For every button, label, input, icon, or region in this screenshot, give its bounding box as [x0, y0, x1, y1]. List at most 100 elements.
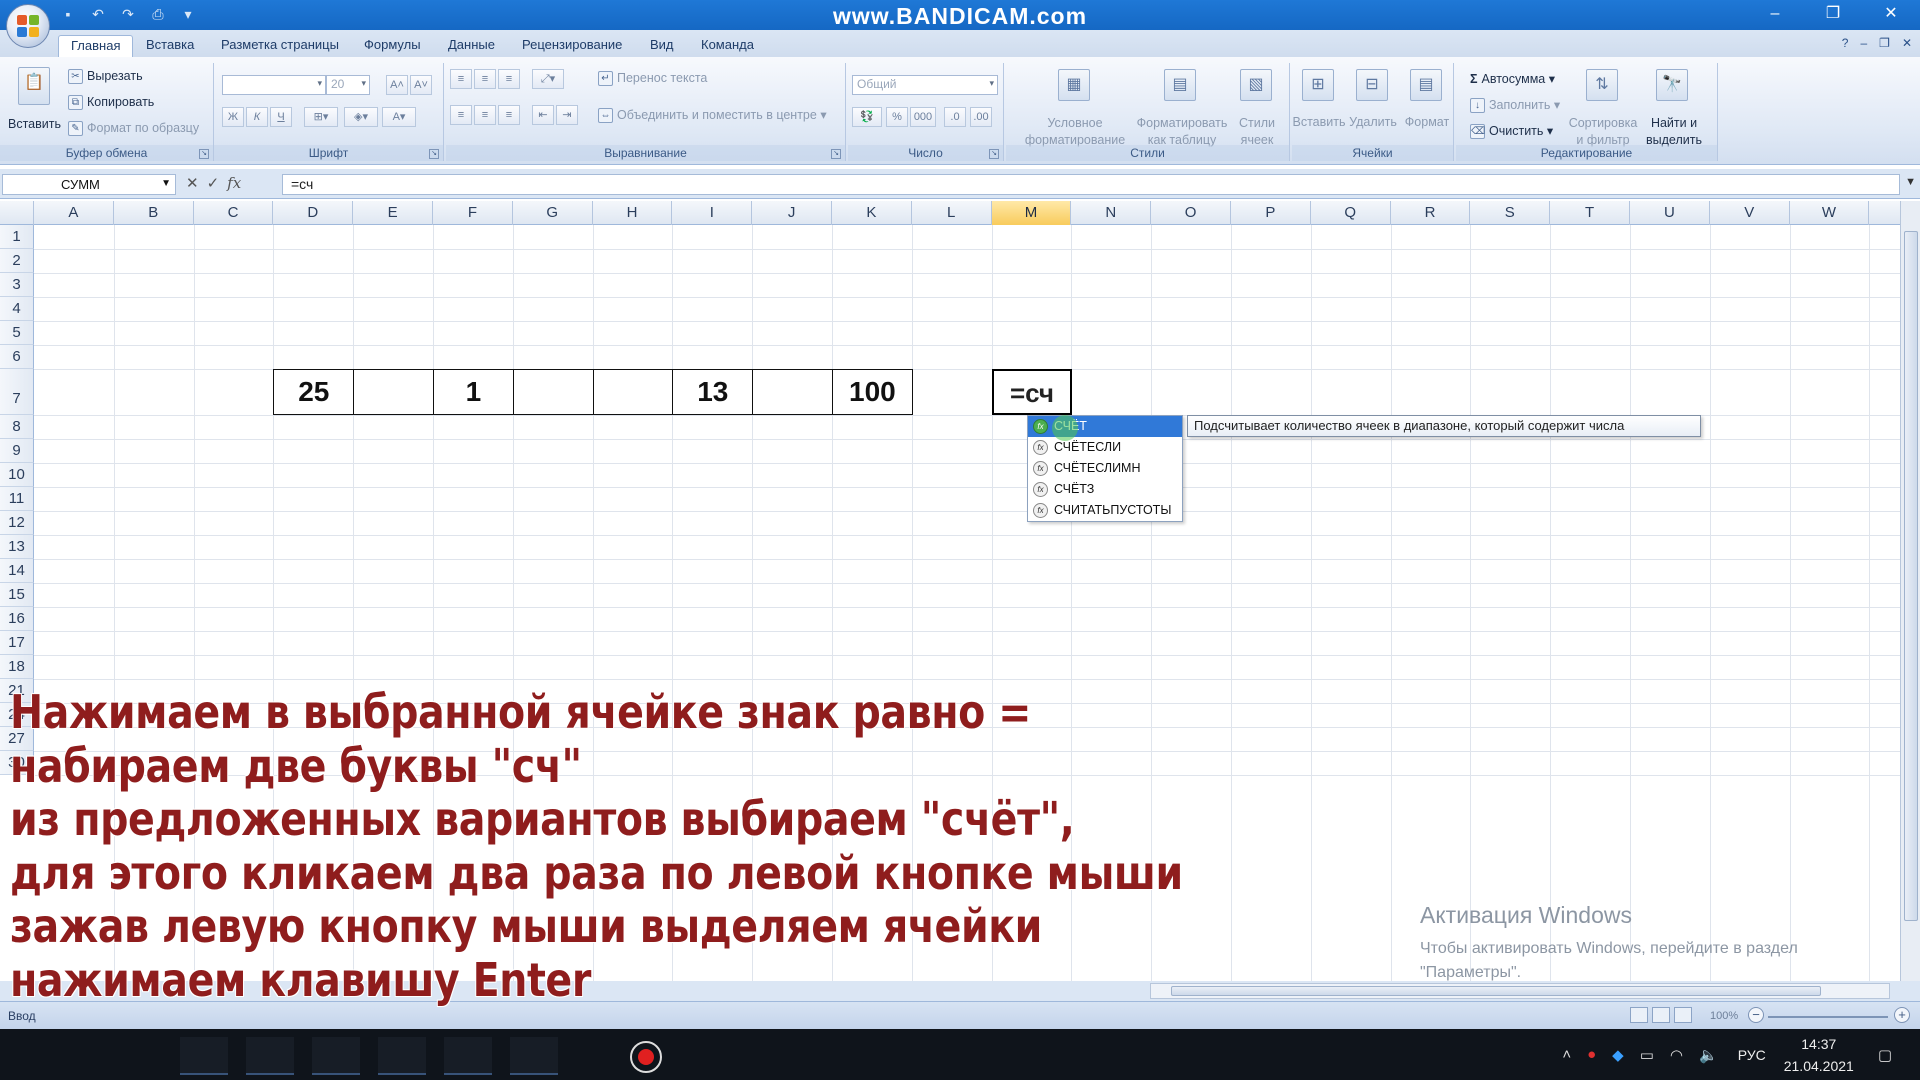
column-header-t[interactable]: T: [1550, 201, 1630, 225]
row-header-2[interactable]: 2: [0, 249, 34, 273]
wifi-icon[interactable]: ◠: [1670, 1046, 1683, 1064]
tab-view[interactable]: Вид: [638, 35, 686, 57]
row-header-4[interactable]: 4: [0, 297, 34, 321]
borders-button[interactable]: ⊞▾: [304, 107, 338, 127]
align-left-button[interactable]: ≡: [450, 105, 472, 125]
delete-cells-button[interactable]: Удалить: [1346, 115, 1400, 129]
copy-button[interactable]: ⧉ Копировать: [68, 95, 154, 111]
thousands-button[interactable]: 000: [910, 107, 936, 127]
column-header-s[interactable]: S: [1470, 201, 1551, 225]
column-header-j[interactable]: J: [752, 201, 832, 225]
page-break-view-icon[interactable]: [1674, 1007, 1692, 1023]
tab-team[interactable]: Команда: [689, 35, 766, 57]
shield-icon[interactable]: ◆: [1612, 1046, 1624, 1064]
column-header-k[interactable]: K: [832, 201, 912, 225]
row-header-11[interactable]: 11: [0, 487, 34, 511]
alignment-launcher-icon[interactable]: ↘: [831, 149, 841, 159]
column-header-g[interactable]: G: [513, 201, 593, 225]
column-header-h[interactable]: H: [593, 201, 673, 225]
tab-page-layout[interactable]: Разметка страницы: [209, 35, 351, 57]
column-header-r[interactable]: R: [1391, 201, 1471, 225]
row-header-12[interactable]: 12: [0, 511, 34, 535]
fill-color-button[interactable]: ◈▾: [344, 107, 378, 127]
format-as-table-button[interactable]: Форматировать как таблицу: [1132, 115, 1232, 149]
tab-insert[interactable]: Вставка: [134, 35, 206, 57]
normal-view-icon[interactable]: [1630, 1007, 1648, 1023]
column-header-a[interactable]: A: [34, 201, 114, 225]
percent-button[interactable]: %: [886, 107, 908, 127]
row-header-8[interactable]: 8: [0, 415, 34, 439]
increase-indent-button[interactable]: ⇥: [556, 105, 578, 125]
format-painter-button[interactable]: ✎ Формат по образцу: [68, 121, 199, 137]
autocomplete-item[interactable]: fx СЧЁТЕСЛИ: [1028, 437, 1182, 458]
column-header-v[interactable]: V: [1710, 201, 1790, 225]
record-button[interactable]: [630, 1041, 662, 1073]
tab-data[interactable]: Данные: [436, 35, 507, 57]
font-color-button[interactable]: A▾: [382, 107, 416, 127]
row-header-15[interactable]: 15: [0, 583, 34, 607]
row-header-10[interactable]: 10: [0, 463, 34, 487]
record-tray-icon[interactable]: ●: [1587, 1046, 1596, 1063]
autosum-button[interactable]: Σ Автосумма ▾: [1470, 71, 1555, 86]
increase-decimal-button[interactable]: .0: [944, 107, 966, 127]
insert-cells-button[interactable]: Вставить: [1292, 115, 1346, 129]
row-header-7[interactable]: 7: [0, 369, 34, 415]
format-cells-button[interactable]: Формат: [1400, 115, 1454, 129]
restore-icon[interactable]: ❐: [1804, 0, 1862, 30]
column-header-n[interactable]: N: [1071, 201, 1152, 225]
cell-f7[interactable]: 1: [433, 369, 514, 415]
decrease-decimal-button[interactable]: .00: [970, 107, 992, 127]
underline-button[interactable]: Ч: [270, 107, 292, 127]
align-center-button[interactable]: ≡: [474, 105, 496, 125]
cell-e7[interactable]: [353, 369, 434, 415]
row-header-17[interactable]: 17: [0, 631, 34, 655]
align-right-button[interactable]: ≡: [498, 105, 520, 125]
cell-d7[interactable]: 25: [273, 369, 355, 415]
row-header-9[interactable]: 9: [0, 439, 34, 463]
column-header-c[interactable]: C: [194, 201, 274, 225]
column-header-e[interactable]: E: [353, 201, 433, 225]
autocomplete-item[interactable]: fx СЧИТАТЬПУСТОТЫ: [1028, 500, 1182, 521]
column-header-m[interactable]: M: [991, 201, 1072, 225]
column-header-i[interactable]: I: [672, 201, 753, 225]
cell-k7[interactable]: 100: [832, 369, 913, 415]
column-header-u[interactable]: U: [1630, 201, 1710, 225]
taskbar-app[interactable]: [378, 1037, 426, 1075]
number-launcher-icon[interactable]: ↘: [989, 149, 999, 159]
font-name-combo[interactable]: ▾: [222, 75, 326, 95]
cell-h7[interactable]: [592, 369, 674, 415]
number-format-combo[interactable]: Общий ▾: [852, 75, 998, 95]
paste-button[interactable]: Вставить: [8, 117, 61, 131]
taskbar-app[interactable]: [180, 1037, 228, 1075]
zoom-out-icon[interactable]: −: [1748, 1007, 1764, 1023]
wrap-text-button[interactable]: ↵ Перенос текста: [598, 71, 707, 87]
font-launcher-icon[interactable]: ↘: [429, 149, 439, 159]
conditional-format-button[interactable]: Условное форматирование: [1014, 115, 1136, 149]
help-icon[interactable]: ?: [1842, 36, 1849, 50]
vertical-scrollbar[interactable]: [1900, 201, 1920, 981]
currency-button[interactable]: 💱: [852, 107, 882, 127]
column-header-o[interactable]: O: [1151, 201, 1231, 225]
merge-center-button[interactable]: ⇔ Объединить и поместить в центре ▾: [598, 107, 827, 124]
align-top-button[interactable]: ≡: [450, 69, 472, 89]
page-layout-view-icon[interactable]: [1652, 1007, 1670, 1023]
column-header-l[interactable]: L: [912, 201, 992, 225]
volume-icon[interactable]: 🔈: [1699, 1046, 1718, 1064]
cell-g7[interactable]: [512, 369, 594, 415]
wb-minimize-icon[interactable]: –: [1860, 36, 1867, 50]
shrink-font-button[interactable]: A˅: [410, 75, 432, 95]
fill-button[interactable]: ↓ Заполнить ▾: [1470, 97, 1560, 114]
cell-styles-button[interactable]: Стили ячеек: [1232, 115, 1282, 149]
row-header-5[interactable]: 5: [0, 321, 34, 345]
orientation-button[interactable]: ⤢▾: [532, 69, 564, 89]
battery-icon[interactable]: ▭: [1640, 1046, 1654, 1064]
align-bottom-button[interactable]: ≡: [498, 69, 520, 89]
column-header-w[interactable]: W: [1790, 201, 1870, 225]
wb-restore-icon[interactable]: ❐: [1879, 36, 1890, 50]
taskbar-app[interactable]: [312, 1037, 360, 1075]
insert-function-icon[interactable]: fx: [227, 174, 241, 192]
align-middle-button[interactable]: ≡: [474, 69, 496, 89]
autocomplete-item[interactable]: fx СЧЁТЕСЛИМН: [1028, 458, 1182, 479]
taskbar-app[interactable]: [246, 1037, 294, 1075]
autocomplete-item[interactable]: fx СЧЁТЗ: [1028, 479, 1182, 500]
